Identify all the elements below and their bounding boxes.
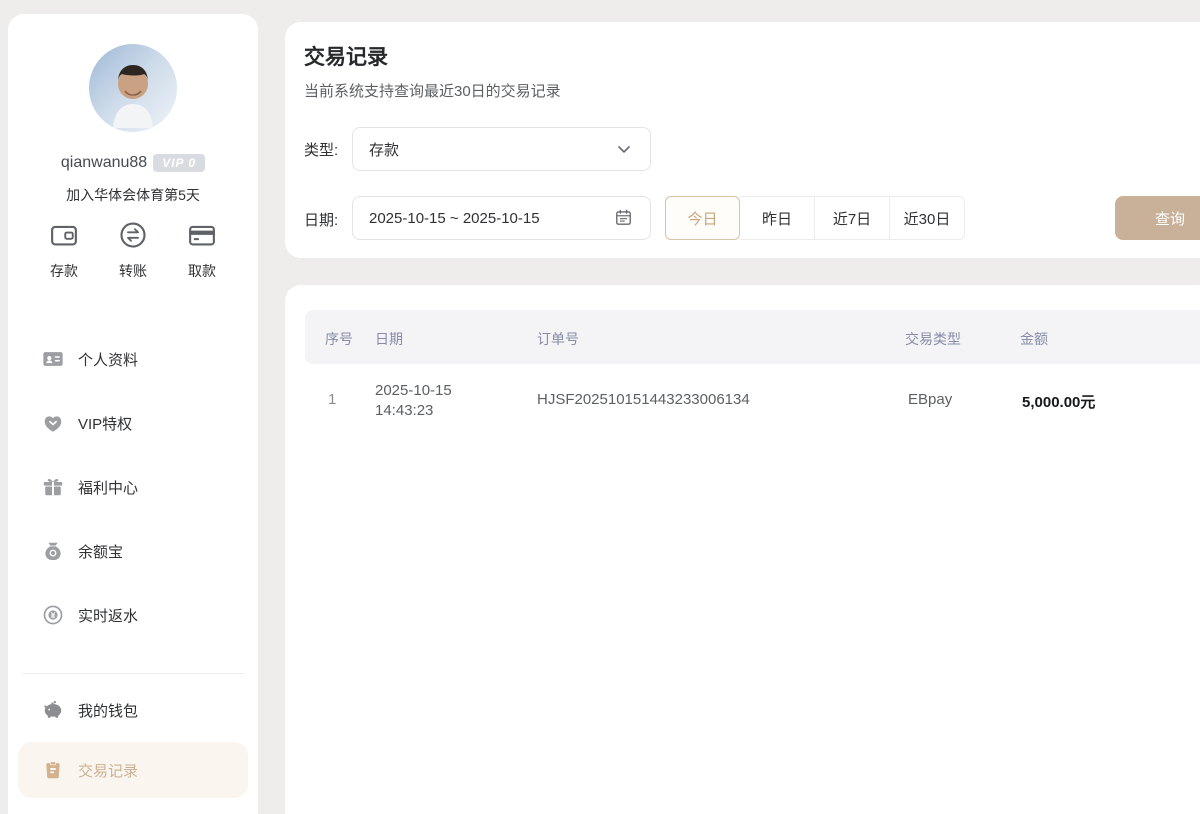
sidebar-item-label: 我的钱包 [78, 700, 138, 721]
vip-level-badge: VIP 0 [153, 154, 205, 172]
user-row: qianwanu88 VIP 0 [8, 154, 258, 172]
sidebar-item-profile[interactable]: 个人资料 [8, 327, 258, 391]
avatar[interactable] [89, 44, 177, 132]
bank-card-icon [185, 220, 219, 250]
table-header-row: 序号 日期 订单号 交易类型 金额 [305, 310, 1200, 364]
coin-icon [42, 604, 64, 626]
chevron-down-icon [614, 139, 634, 159]
filters-panel: 交易记录 当前系统支持查询最近30日的交易记录 类型: 存款 日期: 2025-… [285, 22, 1200, 258]
col-header-date: 日期 [375, 329, 403, 349]
col-header-type: 交易类型 [905, 329, 961, 349]
join-days-text: 加入华体会体育第5天 [8, 185, 258, 205]
sidebar-item-label: 交易记录 [78, 760, 138, 781]
cell-date-time: 14:43:23 [375, 402, 433, 419]
money-bag-icon [42, 540, 64, 562]
sidebar-item-wallet[interactable]: 我的钱包 [8, 678, 258, 742]
sidebar-item-vip[interactable]: VIP特权 [8, 391, 258, 455]
sidebar-divider [22, 673, 244, 674]
type-select-value: 存款 [369, 139, 614, 160]
table-row: 1 2025-10-15 14:43:23 HJSF20251015144323… [305, 373, 1200, 433]
username: qianwanu88 [61, 154, 147, 171]
gift-icon [42, 476, 64, 498]
cell-transaction-type: EBpay [908, 391, 952, 408]
sidebar-item-label: VIP特权 [78, 413, 132, 434]
page-subtitle: 当前系统支持查询最近30日的交易记录 [304, 80, 561, 101]
withdraw-quick-action[interactable]: 取款 [172, 220, 232, 281]
range-yesterday-button[interactable]: 昨日 [740, 196, 815, 240]
calendar-icon [614, 208, 634, 228]
date-range-value: 2025-10-15 ~ 2025-10-15 [369, 210, 614, 227]
transactions-panel: 序号 日期 订单号 交易类型 金额 1 2025-10-15 14:43:23 … [285, 285, 1200, 814]
cell-amount: 5,000.00元 [1022, 391, 1095, 412]
vip-badge-icon [42, 412, 64, 434]
type-filter-label: 类型: [304, 139, 338, 160]
range-7days-button[interactable]: 近7日 [815, 196, 890, 240]
search-button[interactable]: 查询 [1115, 196, 1200, 240]
sidebar-item-rebate[interactable]: 实时返水 [8, 583, 258, 647]
id-card-icon [42, 348, 64, 370]
cell-order-no: HJSF202510151443233006134 [537, 391, 750, 408]
sidebar-item-label: 个人资料 [78, 349, 138, 370]
range-today-button[interactable]: 今日 [665, 196, 740, 240]
col-header-order: 订单号 [537, 329, 579, 349]
sidebar-menu: 个人资料 VIP特权 福利中心 余额宝 实时返水 [8, 327, 258, 647]
cell-index: 1 [328, 391, 336, 408]
transfer-label: 转账 [103, 261, 163, 281]
sidebar-item-label: 实时返水 [78, 605, 138, 626]
sidebar-item-transactions[interactable]: 交易记录 [18, 742, 248, 798]
transfer-quick-action[interactable]: 转账 [103, 220, 163, 281]
sidebar-menu-wallet: 我的钱包 交易记录 [8, 678, 258, 798]
cell-date-day: 2025-10-15 [375, 382, 452, 399]
range-30days-button[interactable]: 近30日 [890, 196, 965, 240]
date-range-input[interactable]: 2025-10-15 ~ 2025-10-15 [352, 196, 651, 240]
col-header-amount: 金额 [1020, 329, 1048, 349]
transfer-icon [116, 220, 150, 250]
col-header-index: 序号 [325, 329, 353, 349]
type-select[interactable]: 存款 [352, 127, 651, 171]
sidebar: qianwanu88 VIP 0 加入华体会体育第5天 存款 转账 取款 [8, 14, 258, 814]
clipboard-icon [42, 759, 64, 781]
date-quick-range-group: 今日 昨日 近7日 近30日 [665, 196, 965, 240]
quick-actions: 存款 转账 取款 [20, 220, 246, 281]
sidebar-item-yuebao[interactable]: 余额宝 [8, 519, 258, 583]
avatar-image [89, 44, 177, 132]
withdraw-label: 取款 [172, 261, 232, 281]
sidebar-item-label: 福利中心 [78, 477, 138, 498]
date-filter-label: 日期: [304, 209, 338, 230]
page-title: 交易记录 [304, 41, 388, 71]
cell-date: 2025-10-15 14:43:23 [375, 381, 452, 421]
deposit-label: 存款 [34, 261, 94, 281]
deposit-quick-action[interactable]: 存款 [34, 220, 94, 281]
sidebar-item-label: 余额宝 [78, 541, 123, 562]
wallet-icon [47, 220, 81, 250]
piggy-bank-icon [42, 699, 64, 721]
sidebar-item-benefits[interactable]: 福利中心 [8, 455, 258, 519]
